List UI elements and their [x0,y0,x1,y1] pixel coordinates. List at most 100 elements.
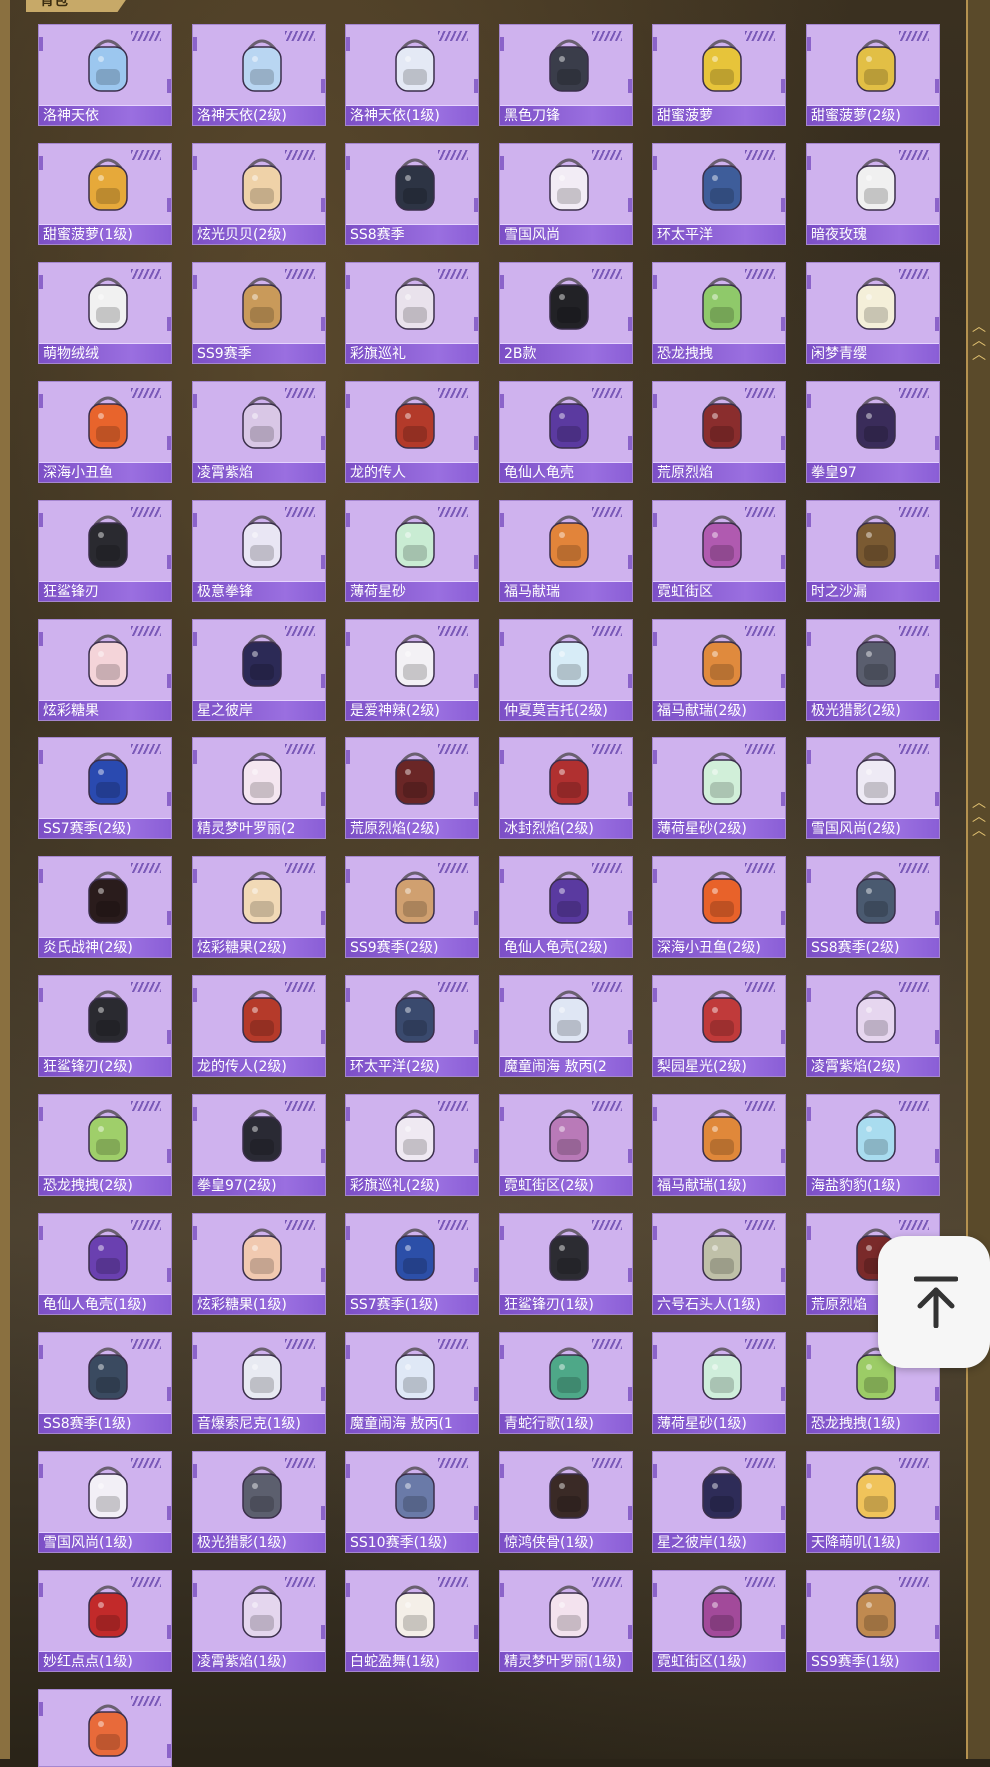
backpack-label: 荒原烈焰 [653,462,785,482]
backpack-card[interactable]: 炫彩糖果(2级) [192,856,326,958]
backpack-card[interactable]: 洛神天依(2级) [192,24,326,126]
backpack-card[interactable]: SS8赛季(1级) [38,1332,172,1434]
backpack-card[interactable]: 极光猎影(1级) [192,1451,326,1553]
backpack-card[interactable]: 极光猎影(2级) [806,619,940,721]
rarity-stripes [285,1101,315,1111]
backpack-card[interactable]: 霓虹街区(1级) [652,1570,786,1672]
backpack-card[interactable]: 雪国风尚(2级) [806,737,940,839]
backpack-card[interactable]: SS7赛季(1级) [345,1213,479,1315]
backpack-card[interactable]: 天降萌叽(1级) [806,1451,940,1553]
backpack-card[interactable]: 彩旗巡礼 [345,262,479,364]
backpack-card[interactable]: 龟仙人龟壳(1级) [38,1213,172,1315]
backpack-card[interactable]: 冰封烈焰(2级) [499,737,633,839]
card-accent [781,674,785,688]
backpack-card[interactable]: 白蛇盈舞(1级) [345,1570,479,1672]
backpack-card[interactable]: 荒原烈焰 [652,381,786,483]
backpack-card[interactable]: 薄荷星砂(2级) [652,737,786,839]
backpack-card[interactable]: 极意拳锋 [192,500,326,602]
backpack-card[interactable]: 恐龙拽拽(2级) [38,1094,172,1196]
backpack-label: 彩旗巡礼 [346,343,478,363]
backpack-card[interactable]: 狂鲨锋刃(2级) [38,975,172,1077]
backpack-icon [395,752,435,805]
backpack-card[interactable]: 炫光贝贝(2级) [192,143,326,245]
card-accent [167,436,171,450]
backpack-card[interactable]: 福马献瑞(1级) [652,1094,786,1196]
backpack-icon [88,39,128,92]
backpack-card[interactable]: 恐龙拽拽 [652,262,786,364]
backpack-card[interactable]: 星之彼岸(1级) [652,1451,786,1553]
backpack-card[interactable]: 龟仙人龟壳(2级) [499,856,633,958]
card-accent [474,1625,478,1639]
backpack-card[interactable]: 六号石头人(1级) [652,1213,786,1315]
backpack-card[interactable]: 凌霄紫焰(1级) [192,1570,326,1672]
backpack-card[interactable]: 精灵梦叶罗丽(2 [192,737,326,839]
backpack-card[interactable]: 妙红点点(1级) [38,1570,172,1672]
backpack-card[interactable]: 拳皇97 [806,381,940,483]
backpack-card[interactable]: 洛神天依 [38,24,172,126]
backpack-card[interactable]: 梨园星光(2级) [652,975,786,1077]
backpack-card[interactable]: 彩旗巡礼(2级) [345,1094,479,1196]
rarity-stripes [285,269,315,279]
backpack-card[interactable]: 凌霄紫焰 [192,381,326,483]
backpack-card[interactable]: 魔童闹海 敖丙(2 [499,975,633,1077]
backpack-card[interactable]: 狂鲨锋刃 [38,500,172,602]
backpack-card[interactable]: SS10赛季(1级) [345,1451,479,1553]
backpack-card[interactable]: 福马献瑞 [499,500,633,602]
backpack-card[interactable]: 雪国风尚(1级) [38,1451,172,1553]
backpack-card[interactable]: 甜蜜菠萝 [652,24,786,126]
backpack-card[interactable]: SS9赛季(1级) [806,1570,940,1672]
backpack-card[interactable]: 凌霄紫焰(2级) [806,975,940,1077]
backpack-card[interactable]: 深海小丑鱼(2级) [652,856,786,958]
backpack-card[interactable]: 炫彩糖果(1级) [192,1213,326,1315]
backpack-card[interactable]: 环太平洋 [652,143,786,245]
backpack-card[interactable]: 龙的传人(2级) [192,975,326,1077]
backpack-card[interactable]: 精灵梦叶罗丽(1级) [499,1570,633,1672]
backpack-card[interactable]: 炫彩糖果 [38,619,172,721]
backpack-card[interactable]: 狂鲨锋刃(1级) [499,1213,633,1315]
backpack-card[interactable]: 薄荷星砂(1级) [652,1332,786,1434]
backpack-card[interactable]: 暗夜玫瑰 [806,143,940,245]
backpack-card[interactable]: 炎氏战神(2级) [38,856,172,958]
backpack-card[interactable]: 青蛇行歌(1级) [499,1332,633,1434]
backpack-card[interactable]: 魔童闹海 敖丙(1 [345,1332,479,1434]
backpack-card[interactable]: SS9赛季(2级) [345,856,479,958]
backpack-card[interactable]: 拳皇97(2级) [192,1094,326,1196]
backpack-card[interactable]: 洛神天依(1级) [345,24,479,126]
rarity-stripes [745,507,775,517]
backpack-card[interactable]: 环太平洋(2级) [345,975,479,1077]
backpack-card[interactable]: 海盐豹豹(1级) [806,1094,940,1196]
backpack-card[interactable]: 仲夏莫吉托(2级) [499,619,633,721]
backpack-card[interactable]: 霓虹街区 [652,500,786,602]
card-accent [500,156,504,170]
backpack-card[interactable]: 薄荷星砂 [345,500,479,602]
backpack-card[interactable]: SS7赛季(2级) [38,737,172,839]
card-accent [500,750,504,764]
backpack-card[interactable]: 闲梦青缨 [806,262,940,364]
backpack-card[interactable]: 惊鸿侠骨(1级) [499,1451,633,1553]
backpack-card[interactable]: 黑色刀锋 [499,24,633,126]
card-accent [474,792,478,806]
backpack-card[interactable]: 雪国风尚 [499,143,633,245]
backpack-card[interactable]: 音爆索尼克(1级) [192,1332,326,1434]
backpack-card[interactable]: 2B款 [499,262,633,364]
backpack-card[interactable]: 龙的传人 [345,381,479,483]
backpack-card[interactable]: 荒原烈焰(2级) [345,737,479,839]
backpack-card[interactable] [38,1689,172,1767]
backpack-card[interactable]: 星之彼岸 [192,619,326,721]
rarity-stripes [899,388,929,398]
scroll-to-top-button[interactable] [878,1236,990,1368]
card-accent [807,394,811,408]
backpack-card[interactable]: 甜蜜菠萝(1级) [38,143,172,245]
backpack-card[interactable]: SS8赛季 [345,143,479,245]
backpack-card[interactable]: 是爱神辣(2级) [345,619,479,721]
backpack-card[interactable]: 霓虹街区(2级) [499,1094,633,1196]
backpack-label: 极光猎影(2级) [807,700,939,720]
backpack-card[interactable]: 龟仙人龟壳 [499,381,633,483]
backpack-card[interactable]: 萌物绒绒 [38,262,172,364]
backpack-card[interactable]: SS8赛季(2级) [806,856,940,958]
backpack-card[interactable]: 甜蜜菠萝(2级) [806,24,940,126]
backpack-card[interactable]: 福马献瑞(2级) [652,619,786,721]
backpack-card[interactable]: 时之沙漏 [806,500,940,602]
backpack-card[interactable]: SS9赛季 [192,262,326,364]
backpack-card[interactable]: 深海小丑鱼 [38,381,172,483]
